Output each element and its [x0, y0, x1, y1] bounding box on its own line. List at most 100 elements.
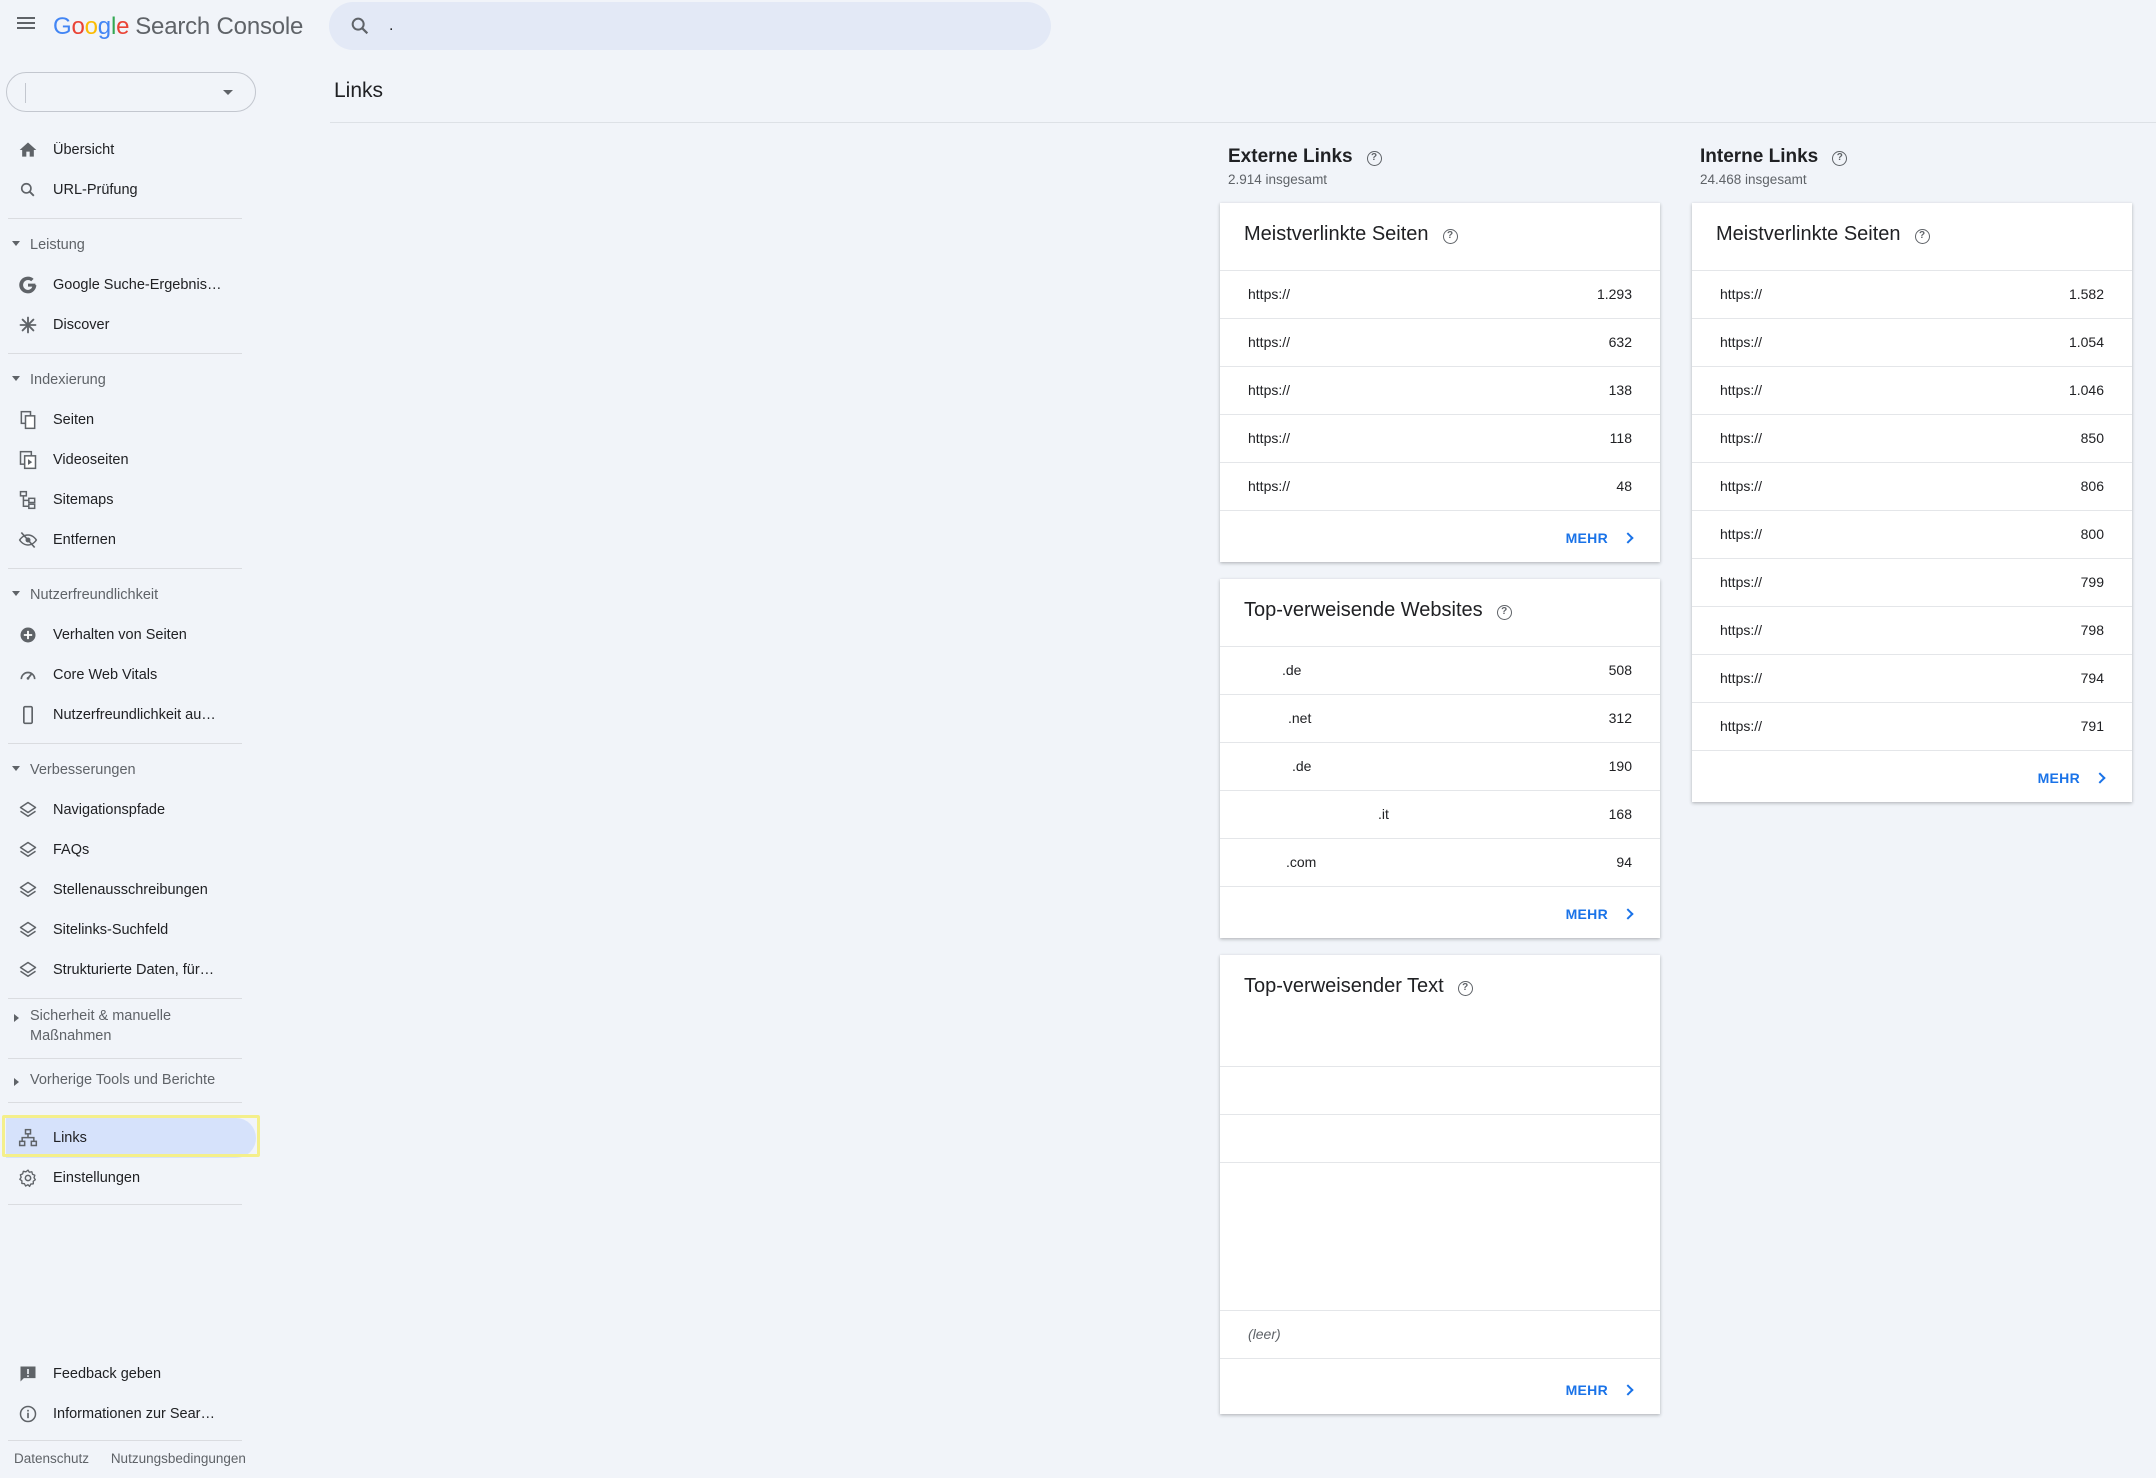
help-icon[interactable]: ?: [1914, 229, 1930, 244]
table-row[interactable]: https://798: [1692, 606, 2132, 654]
product-name: Search Console: [135, 13, 304, 40]
help-icon[interactable]: ?: [1442, 229, 1458, 244]
sidebar-item-stellenausschreibungen[interactable]: Stellenausschreibungen: [6, 870, 256, 910]
sidebar: Übersicht URL-Prüfung Leistung Google Su…: [0, 54, 262, 1478]
sidebar-item-core-web-vitals[interactable]: Core Web Vitals: [6, 655, 256, 695]
more-button[interactable]: MEHR: [1566, 1382, 1634, 1398]
sidebar-item-faqs[interactable]: FAQs: [6, 830, 256, 870]
sidebar-item-url-pruefung[interactable]: URL-Prüfung: [6, 170, 256, 210]
sidebar-item-sitemaps[interactable]: Sitemaps: [6, 480, 256, 520]
layers-icon: [19, 881, 37, 897]
table-row[interactable]: https://850: [1692, 414, 2132, 462]
sidebar-item-feedback[interactable]: Feedback geben: [6, 1354, 256, 1394]
sidebar-item-strukturierte-daten[interactable]: Strukturierte Daten, für…: [6, 950, 256, 990]
privacy-link[interactable]: Datenschutz: [14, 1451, 89, 1466]
section-vorherige-tools[interactable]: Vorherige Tools und Berichte: [6, 1070, 236, 1090]
more-button[interactable]: MEHR: [1566, 906, 1634, 922]
search-icon[interactable]: [349, 15, 371, 37]
sidebar-item-links[interactable]: Links: [6, 1118, 256, 1158]
table-row[interactable]: https://1.582: [1692, 270, 2132, 318]
property-selector[interactable]: [6, 72, 256, 112]
search-input[interactable]: [389, 12, 1029, 40]
search-bar[interactable]: [329, 2, 1051, 50]
layers-icon: [19, 801, 37, 817]
chevron-down-icon[interactable]: [223, 90, 233, 95]
help-icon[interactable]: ?: [1832, 151, 1848, 166]
sidebar-item-sitelinks-suchfeld[interactable]: Sitelinks-Suchfeld: [6, 910, 256, 950]
card-title: Meistverlinkte Seiten: [1244, 223, 1429, 245]
layers-icon: [19, 841, 37, 857]
feedback-icon: [20, 1366, 36, 1382]
chevron-right-icon: [1622, 908, 1634, 920]
divider: [8, 568, 242, 569]
section-sicherheit[interactable]: Sicherheit & manuelle Maßnahmen: [6, 1006, 236, 1050]
sidebar-item-seiten[interactable]: Seiten: [6, 400, 256, 440]
sidebar-item-uebersicht[interactable]: Übersicht: [6, 130, 256, 170]
sidebar-item-mobile-nutzerfreundlichkeit[interactable]: Nutzerfreundlichkeit au…: [6, 695, 256, 735]
table-row[interactable]: https://1.293: [1220, 270, 1660, 318]
table-row[interactable]: https://791: [1692, 702, 2132, 750]
section-indexierung[interactable]: Indexierung: [6, 370, 236, 390]
section-nutzerfreundlichkeit[interactable]: Nutzerfreundlichkeit: [6, 585, 236, 605]
help-icon[interactable]: ?: [1366, 151, 1382, 166]
card-title: Top-verweisende Websites: [1244, 599, 1483, 621]
terms-link[interactable]: Nutzungsbedingungen: [111, 1451, 246, 1466]
pages-icon: [20, 410, 36, 430]
external-links-title: Externe Links: [1228, 146, 1353, 167]
table-row[interactable]: https://138: [1220, 366, 1660, 414]
section-leistung[interactable]: Leistung: [6, 235, 236, 255]
sitemap-icon: [19, 490, 36, 510]
internal-links-heading: Interne Links? 24.468 insgesamt: [1700, 146, 1848, 187]
hamburger-menu-icon[interactable]: [14, 14, 38, 38]
links-tree-icon: [18, 1128, 38, 1147]
sidebar-item-verhalten-von-seiten[interactable]: Verhalten von Seiten: [6, 615, 256, 655]
sidebar-item-info[interactable]: Informationen zur Sear…: [6, 1394, 256, 1434]
section-verbesserungen[interactable]: Verbesserungen: [6, 760, 236, 780]
table-row[interactable]: https://794: [1692, 654, 2132, 702]
table-row[interactable]: https://806: [1692, 462, 2132, 510]
chevron-down-icon: [12, 241, 20, 246]
divider: [1220, 886, 1660, 887]
layers-icon: [19, 961, 37, 977]
chevron-right-icon: [1622, 1384, 1634, 1396]
table-row[interactable]: .it 168: [1220, 790, 1660, 838]
divider: [1220, 1066, 1660, 1067]
table-row[interactable]: .net 312: [1220, 694, 1660, 742]
sidebar-item-entfernen[interactable]: Entfernen: [6, 520, 256, 560]
info-icon: [19, 1405, 37, 1423]
table-row[interactable]: https://1.054: [1692, 318, 2132, 366]
mobile-icon: [23, 705, 33, 725]
divider: [8, 1440, 242, 1441]
eye-off-icon: [18, 531, 38, 549]
page-title: Links: [334, 79, 384, 102]
table-row[interactable]: https://48: [1220, 462, 1660, 510]
table-row[interactable]: https://1.046: [1692, 366, 2132, 414]
sidebar-item-einstellungen[interactable]: Einstellungen: [6, 1158, 256, 1198]
table-row[interactable]: .de 190: [1220, 742, 1660, 790]
plus-circle-icon: [20, 627, 36, 643]
top-bar: Google Search Console: [0, 0, 2156, 54]
sidebar-item-videoseiten[interactable]: Videoseiten: [6, 440, 256, 480]
sidebar-item-navigationspfade[interactable]: Navigationspfade: [6, 790, 256, 830]
table-row[interactable]: .de 508: [1220, 646, 1660, 694]
help-icon[interactable]: ?: [1496, 605, 1512, 620]
divider: [330, 122, 2156, 123]
table-row[interactable]: https://799: [1692, 558, 2132, 606]
help-icon[interactable]: ?: [1457, 981, 1473, 996]
divider: [8, 1058, 242, 1059]
app-logo[interactable]: Google Search Console: [53, 13, 303, 41]
more-button[interactable]: MEHR: [1566, 530, 1634, 546]
internal-top-pages-card: Meistverlinkte Seiten? https://1.582 htt…: [1692, 203, 2132, 802]
external-links-heading: Externe Links? 2.914 insgesamt: [1228, 146, 1382, 187]
sidebar-item-discover[interactable]: Discover: [6, 305, 256, 345]
table-row[interactable]: .com 94: [1220, 838, 1660, 886]
divider: [8, 218, 242, 219]
table-row[interactable]: https://632: [1220, 318, 1660, 366]
gear-icon: [19, 1169, 36, 1188]
table-row[interactable]: https://800: [1692, 510, 2132, 558]
table-row[interactable]: https://118: [1220, 414, 1660, 462]
chevron-down-icon: [12, 766, 20, 771]
table-row[interactable]: (leer): [1220, 1310, 1660, 1358]
sidebar-item-google-suche[interactable]: Google Suche-Ergebnis…: [6, 265, 256, 305]
more-button[interactable]: MEHR: [2038, 770, 2106, 786]
